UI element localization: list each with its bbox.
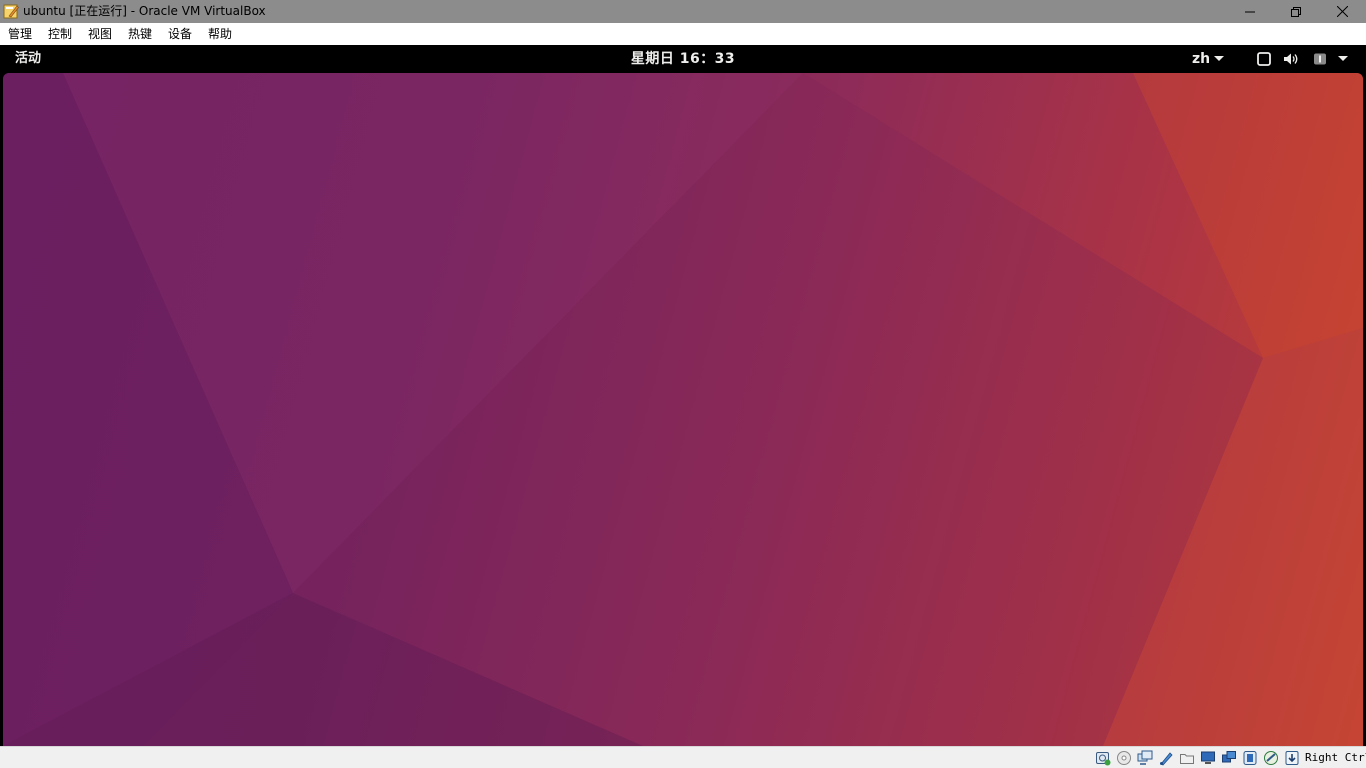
menu-hotkeys[interactable]: 热键 <box>128 26 152 42</box>
host-key-label[interactable]: Right Ctrl <box>1305 751 1366 765</box>
close-button[interactable] <box>1319 0 1365 23</box>
battery-icon[interactable] <box>1313 52 1327 66</box>
menu-machine[interactable]: 管理 <box>8 26 32 42</box>
hard-disk-icon[interactable] <box>1095 750 1111 766</box>
chevron-down-icon <box>1214 56 1224 61</box>
system-menu-chevron-icon[interactable] <box>1338 56 1348 61</box>
close-icon <box>1336 6 1348 17</box>
clock-button[interactable]: 星期日 16：33 <box>0 51 1366 67</box>
audio-icon[interactable] <box>1137 750 1153 766</box>
restore-button[interactable] <box>1273 0 1319 23</box>
menu-control[interactable]: 控制 <box>48 26 72 42</box>
cpu-virtualization-icon[interactable] <box>1263 750 1279 766</box>
menu-devices[interactable]: 设备 <box>168 26 192 42</box>
virtualbox-window: ubuntu [正在运行] - Oracle VM VirtualBox 管理 … <box>0 0 1366 768</box>
vbox-statusbar: Right Ctrl <box>0 746 1366 768</box>
volume-icon[interactable] <box>1283 52 1299 66</box>
network-icon[interactable] <box>1158 750 1174 766</box>
video-capture-icon[interactable] <box>1242 750 1258 766</box>
minimize-icon <box>1245 11 1255 12</box>
menu-view[interactable]: 视图 <box>88 26 112 42</box>
menu-help[interactable]: 帮助 <box>208 26 232 42</box>
optical-disk-icon[interactable] <box>1116 750 1132 766</box>
virtualbox-app-icon <box>3 4 19 19</box>
display-icon[interactable] <box>1221 750 1237 766</box>
screen-icon[interactable] <box>1257 52 1271 66</box>
gnome-topbar: 活动 星期日 16：33 zh <box>0 45 1366 73</box>
wallpaper-pattern <box>3 73 1363 746</box>
mouse-integration-icon[interactable] <box>1284 750 1300 766</box>
usb-icon[interactable] <box>1179 750 1195 766</box>
window-titlebar[interactable]: ubuntu [正在运行] - Oracle VM VirtualBox <box>0 0 1366 23</box>
input-language-indicator[interactable]: zh <box>1192 50 1210 68</box>
window-title: ubuntu [正在运行] - Oracle VM VirtualBox <box>23 4 266 18</box>
shared-folders-icon[interactable] <box>1200 750 1216 766</box>
minimize-button[interactable] <box>1227 0 1273 23</box>
restore-icon <box>1291 6 1301 17</box>
vbox-menubar: 管理 控制 视图 热键 设备 帮助 <box>0 23 1366 45</box>
desktop-wallpaper[interactable] <box>3 73 1363 746</box>
guest-screen[interactable]: 活动 星期日 16：33 zh <box>0 45 1366 746</box>
